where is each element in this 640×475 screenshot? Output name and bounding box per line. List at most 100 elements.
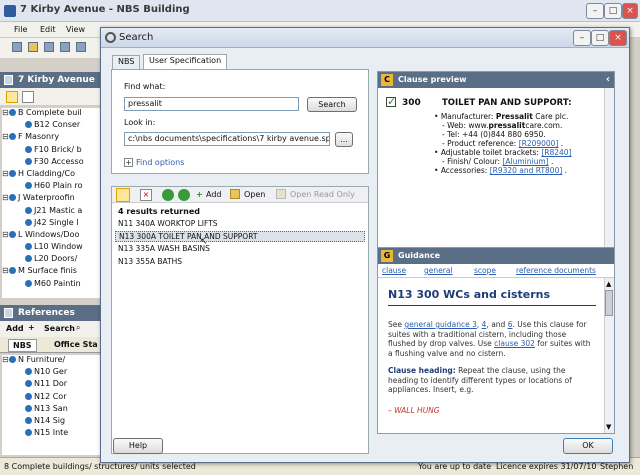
finish-ref-link[interactable]: [Aluminium] [502, 157, 548, 166]
scroll-down-icon[interactable]: ▼ [606, 423, 611, 431]
guidance-link-general[interactable]: general [424, 266, 453, 275]
p1-text: See [388, 320, 405, 329]
tree-item[interactable]: ⊟ J Waterproofin [2, 193, 102, 205]
tree-item[interactable]: N11 Dor [2, 379, 102, 391]
tree-item[interactable]: F10 Brick/ b [2, 145, 102, 157]
tree-item[interactable]: J21 Mastic a [2, 206, 102, 218]
add-button[interactable]: Add [206, 190, 222, 199]
find-what-input[interactable]: pressalit [124, 97, 299, 111]
tree-item[interactable]: L10 Window [2, 242, 102, 254]
result-item-selected[interactable]: N13 300A TOILET PAN AND SUPPORT [115, 231, 365, 242]
print-icon[interactable] [60, 42, 70, 52]
general-guidance-link[interactable]: general guidance 3 [404, 320, 477, 329]
tree-item[interactable]: H60 Plain ro [2, 181, 102, 193]
collapse-icon[interactable]: ⊟ [2, 193, 9, 202]
scroll-thumb[interactable] [605, 290, 613, 316]
list-view-icon[interactable] [22, 91, 34, 103]
guidance-link-scope[interactable]: scope [474, 266, 496, 275]
collapse-icon[interactable]: ⊟ [2, 266, 9, 275]
maximize-icon[interactable]: □ [604, 3, 622, 19]
add-reference-button[interactable]: Add [6, 324, 24, 333]
new-icon[interactable] [12, 42, 22, 52]
close-icon[interactable]: × [622, 3, 638, 19]
tab-nbs[interactable]: NBS [112, 55, 141, 69]
tree-item[interactable]: ⊟ N Furniture/ [2, 355, 102, 367]
preview-icon[interactable] [76, 42, 86, 52]
search-reference-button[interactable]: Search [44, 324, 75, 333]
web-rest: care.com. [525, 121, 563, 130]
clause-302-link[interactable]: clause 302 [494, 339, 535, 348]
tree-item[interactable]: B12 Conser [2, 120, 102, 132]
find-options-link[interactable]: Find options [136, 158, 184, 167]
minimize-icon[interactable]: – [586, 3, 604, 19]
section-icon [25, 157, 32, 165]
help-button[interactable]: Help [113, 438, 163, 454]
open-icon[interactable] [28, 42, 38, 52]
search-button[interactable]: Search [307, 97, 357, 112]
checkbox-checked-icon[interactable]: ✓ [386, 96, 396, 107]
collapse-icon[interactable]: ⊟ [2, 108, 9, 117]
tree-item[interactable]: N15 Inte [2, 428, 102, 440]
guidance-link-reference-documents[interactable]: reference documents [516, 266, 596, 275]
expand-icon[interactable]: + [124, 158, 133, 167]
result-item[interactable]: N13 335A WASH BASINS [118, 244, 210, 253]
collapse-icon[interactable]: ⊟ [2, 132, 9, 141]
tree-item[interactable]: M60 Paintin [2, 279, 102, 291]
finish-label: - Finish/ Colour: [442, 157, 501, 166]
tree-item[interactable]: N14 Sig [2, 416, 102, 428]
p1-sep: , and [486, 320, 508, 329]
tree-item[interactable]: N13 San [2, 404, 102, 416]
look-in-input[interactable]: c:\nbs documents\specifications\7 kirby … [124, 132, 330, 146]
clause-heading-label: Clause heading: [388, 366, 456, 375]
preview-toggle-icon[interactable] [116, 188, 130, 202]
previous-icon[interactable] [162, 189, 174, 201]
open-read-only-button[interactable]: Open Read Only [290, 190, 355, 199]
collapse-icon[interactable]: ⊟ [2, 230, 9, 239]
accessories-ref-link[interactable]: [R9320 and RT800] [490, 166, 563, 175]
save-icon[interactable] [44, 42, 54, 52]
collapse-icon[interactable]: ⊟ [2, 355, 9, 364]
close-icon[interactable]: × [609, 30, 627, 46]
tree-item[interactable]: L20 Doors/ [2, 254, 102, 266]
ok-button[interactable]: OK [563, 438, 613, 454]
open-button[interactable]: Open [244, 190, 265, 199]
tree-item[interactable]: ⊟ F Masonry [2, 132, 102, 144]
tree-item[interactable]: N12 Cor [2, 392, 102, 404]
guidance-scrollbar[interactable]: ▲ ▼ [604, 278, 614, 433]
menu-edit[interactable]: Edit [40, 25, 56, 34]
maximize-icon[interactable]: □ [591, 30, 609, 46]
minimize-icon[interactable]: – [573, 30, 591, 46]
result-item[interactable]: N13 355A BATHS [118, 257, 182, 266]
main-toolbar [0, 38, 100, 58]
scroll-up-icon[interactable]: ▲ [606, 280, 611, 288]
result-item[interactable]: N11 340A WORKTOP LIFTS [118, 219, 218, 228]
tab-office-standard[interactable]: Office Sta [50, 339, 102, 350]
tree-item-label: F10 Brick/ b [34, 144, 82, 154]
status-licence: Licence expires 31/07/10 [496, 462, 597, 471]
tree-item[interactable]: ⊟ B Complete buil [2, 108, 102, 120]
section-icon [25, 255, 32, 263]
product-ref-link[interactable]: [R209000] [519, 139, 559, 148]
menu-view[interactable]: View [66, 25, 85, 34]
next-icon[interactable] [178, 189, 190, 201]
tab-user-specification[interactable]: User Specification [143, 54, 228, 70]
menu-file[interactable]: File [14, 25, 27, 34]
tab-nbs[interactable]: NBS [8, 339, 37, 352]
collapse-icon[interactable]: ‹ [606, 72, 610, 88]
tree-item[interactable]: ⊟ L Windows/Doo [2, 230, 102, 242]
tree-item[interactable]: ⊟ H Cladding/Co [2, 169, 102, 181]
clear-icon[interactable]: × [140, 189, 152, 201]
guidance-header: G Guidance [378, 248, 614, 264]
project-panel-header: 7 Kirby Avenue [0, 72, 103, 88]
guidance-link-clause[interactable]: clause [382, 266, 406, 275]
section-icon [25, 404, 32, 412]
brackets-ref-link[interactable]: [R8240] [541, 148, 571, 157]
tree-view-icon[interactable] [6, 91, 18, 103]
tree-item[interactable]: ⊟ M Surface finis [2, 266, 102, 278]
tree-item[interactable]: F30 Accesso [2, 157, 102, 169]
clause-preview-scrollbar[interactable] [604, 88, 614, 268]
collapse-icon[interactable]: ⊟ [2, 169, 9, 178]
browse-button[interactable]: ... [335, 132, 353, 147]
tree-item[interactable]: N10 Ger [2, 367, 102, 379]
tree-item[interactable]: J42 Single l [2, 218, 102, 230]
